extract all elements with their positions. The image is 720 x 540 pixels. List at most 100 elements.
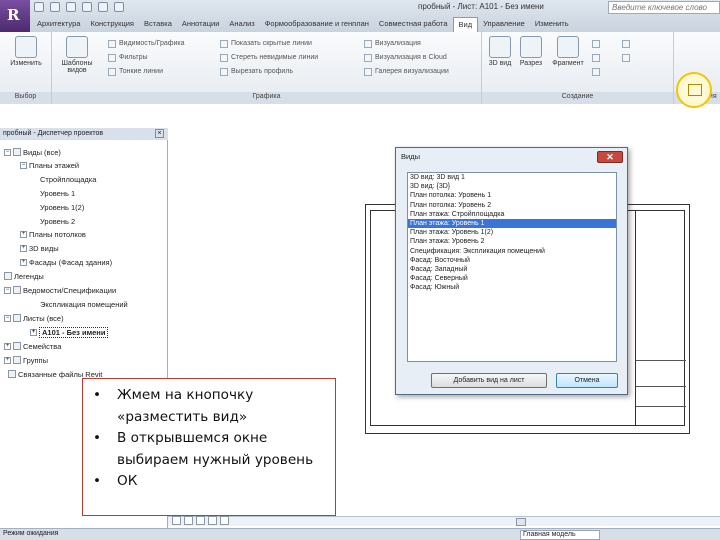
save-icon[interactable] — [50, 2, 60, 12]
expand-icon[interactable]: + — [20, 244, 27, 252]
add-view-to-sheet-button[interactable]: Добавить вид на лист — [431, 373, 547, 388]
detail-level-icon[interactable] — [184, 516, 193, 525]
drafting-view-button[interactable] — [592, 66, 600, 77]
section-button[interactable]: Разрез — [514, 36, 548, 67]
tab-architecture[interactable]: Архитектура — [32, 17, 85, 32]
tree-item-groups[interactable]: + Группы — [4, 354, 48, 366]
tab-analyze[interactable]: Анализ — [224, 17, 259, 32]
scale-icon[interactable] — [172, 516, 181, 525]
cloud-icon — [364, 53, 372, 62]
tree-item-views[interactable]: − Виды (все) — [4, 146, 61, 158]
view-list-item[interactable]: План потолка: Уровень 2 — [408, 201, 616, 210]
tree-item-legends[interactable]: Легенды — [4, 270, 44, 282]
view-templates-button[interactable]: Шаблоны видов — [54, 36, 100, 74]
tab-modify[interactable]: Изменить — [530, 17, 574, 32]
tree-item-sheet-a101[interactable]: + A101 - Без имени — [30, 326, 109, 338]
expand-icon[interactable]: + — [4, 356, 11, 364]
legend-button[interactable] — [592, 38, 600, 49]
view-list-item[interactable]: 3D вид: 3D вид 1 — [408, 173, 616, 182]
tree-item-level-2[interactable]: Уровень 2 — [40, 215, 75, 227]
visibility-graphics-button[interactable]: Видимость/Графика — [108, 38, 185, 49]
tree-item-sheets[interactable]: − Листы (все) — [4, 312, 64, 324]
callout-button[interactable]: Фрагмент — [548, 36, 588, 67]
undo-icon[interactable] — [66, 2, 76, 12]
tab-massing[interactable]: Формообразование и генплан — [260, 17, 374, 32]
cancel-button[interactable]: Отмена — [556, 373, 618, 388]
tree-item-schedules[interactable]: − Ведомости/Спецификации — [4, 284, 116, 296]
view-list-item[interactable]: План этажа: Уровень 2 — [408, 237, 616, 246]
views-list[interactable]: 3D вид: 3D вид 1 3D вид: {3D} План потолка… — [407, 172, 617, 362]
tree-item-elevations[interactable]: + Фасады (Фасад здания) — [20, 256, 112, 268]
instruction-item: ОК — [93, 471, 329, 493]
thin-lines-button[interactable]: Тонкие линии — [108, 66, 163, 77]
view-list-item[interactable]: Фасад: Южный — [408, 283, 616, 292]
collapse-icon[interactable]: − — [20, 161, 27, 169]
render-cloud-button[interactable]: Визуализация в Cloud — [364, 52, 447, 63]
title-block-line — [636, 406, 686, 407]
tree-item-families[interactable]: + Семейства — [4, 340, 61, 352]
active-model-selector[interactable]: Главная модель — [520, 530, 600, 540]
redo-icon[interactable] — [82, 2, 92, 12]
tree-item-level-1[interactable]: Уровень 1 — [40, 187, 75, 199]
group-label-graphics: Графика — [52, 92, 481, 104]
groups-icon — [13, 356, 21, 364]
view-list-item[interactable]: Фасад: Северный — [408, 274, 616, 283]
open-icon[interactable] — [34, 2, 44, 12]
legend-icon — [592, 39, 600, 48]
cut-profile-button[interactable]: Вырезать профиль — [220, 66, 293, 77]
horizontal-scrollbar[interactable] — [168, 516, 720, 526]
project-browser-title: пробный - Диспетчер проектов — [0, 128, 168, 140]
tree-item-ceiling-plans[interactable]: + Планы потолков — [20, 228, 86, 240]
view-list-item[interactable]: План этажа: Стройплощадка — [408, 210, 616, 219]
close-icon[interactable]: ✕ — [597, 151, 623, 163]
view-list-item[interactable]: План потолка: Уровень 1 — [408, 191, 616, 200]
modify-button[interactable]: Изменить — [3, 36, 49, 67]
tab-insert[interactable]: Вставка — [139, 17, 177, 32]
3d-view-button[interactable]: 3D вид — [484, 36, 516, 67]
remove-hidden-lines-button[interactable]: Стереть невидимые линии — [220, 52, 318, 63]
tab-view[interactable]: Вид — [452, 17, 479, 32]
tree-item-site[interactable]: Стройплощадка — [40, 173, 96, 185]
place-view-button[interactable] — [676, 72, 712, 108]
schedule-button[interactable] — [592, 52, 600, 63]
view-list-item[interactable]: Фасад: Западный — [408, 265, 616, 274]
expand-icon[interactable]: + — [20, 230, 27, 238]
view-list-item[interactable]: План этажа: Уровень 1(2) — [408, 228, 616, 237]
sheets-icon — [13, 314, 21, 322]
view-list-item[interactable]: План этажа: Уровень 1 — [408, 218, 616, 229]
expand-icon[interactable]: + — [20, 258, 27, 266]
view-list-item[interactable]: Спецификация: Экспликация помещений — [408, 247, 616, 256]
tab-annotate[interactable]: Аннотации — [177, 17, 225, 32]
collapse-icon[interactable]: − — [4, 148, 11, 156]
tree-item-floor-plans[interactable]: − Планы этажей — [20, 159, 79, 171]
render-gallery-button[interactable]: Галерея визуализации — [364, 66, 449, 77]
view-list-item[interactable]: Фасад: Восточный — [408, 256, 616, 265]
instruction-item: В открывшемся окне — [93, 428, 329, 450]
search-input[interactable]: Введите ключевое слово — [608, 1, 720, 14]
collapse-icon[interactable]: − — [4, 286, 11, 294]
text-icon[interactable] — [114, 2, 124, 12]
collapse-icon[interactable]: − — [4, 314, 11, 322]
expand-icon[interactable]: + — [4, 342, 11, 350]
application-menu-button[interactable]: R — [0, 0, 30, 32]
house-3d-icon — [489, 36, 511, 58]
view-list-item[interactable]: 3D вид: {3D} — [408, 182, 616, 191]
filters-button[interactable]: Фильтры — [108, 52, 148, 63]
tree-item-3d-views[interactable]: +3D виды — [20, 242, 59, 254]
tree-item-level-1-2[interactable]: Уровень 1(2) — [40, 201, 84, 213]
duplicate-view-button[interactable] — [622, 38, 630, 49]
scroll-thumb[interactable] — [516, 518, 526, 526]
sheet-button[interactable] — [622, 52, 630, 63]
tab-structure[interactable]: Конструкция — [85, 17, 139, 32]
show-hidden-lines-button[interactable]: Показать скрытые линии — [220, 38, 312, 49]
tab-collaborate[interactable]: Совместная работа — [374, 17, 453, 32]
shadows-icon[interactable] — [220, 516, 229, 525]
sun-path-icon[interactable] — [208, 516, 217, 525]
render-button[interactable]: Визуализация — [364, 38, 421, 49]
tree-item-room-schedule[interactable]: Экспликация помещений — [40, 298, 128, 310]
visual-style-icon[interactable] — [196, 516, 205, 525]
measure-icon[interactable] — [98, 2, 108, 12]
tab-manage[interactable]: Управление — [478, 17, 530, 32]
close-icon[interactable]: × — [155, 129, 164, 138]
expand-icon[interactable]: + — [30, 328, 37, 336]
